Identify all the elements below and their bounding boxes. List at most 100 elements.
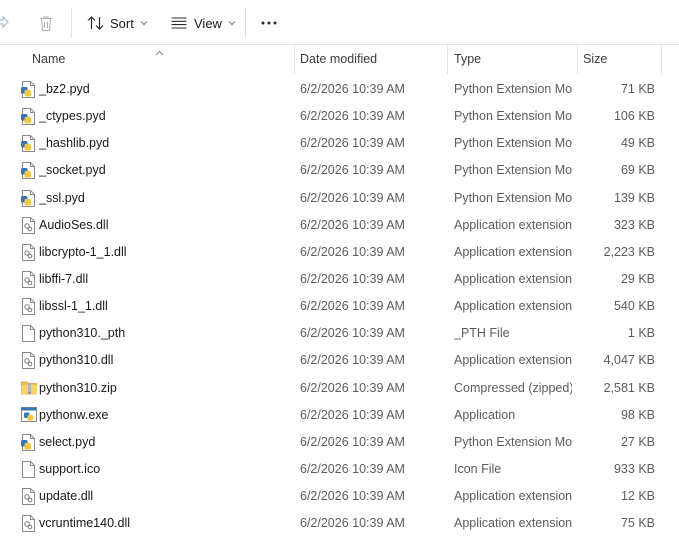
file-type: Application extension (454, 489, 572, 504)
dll-file-icon (21, 515, 37, 533)
chevron-down-icon (140, 20, 148, 26)
column-resize-handle[interactable] (577, 45, 578, 74)
file-name[interactable]: libffi-7.dll (39, 266, 289, 293)
zip-folder-icon (21, 380, 37, 397)
blank-file-icon (21, 325, 37, 343)
file-type: Application extension (454, 271, 572, 286)
file-name[interactable]: libssl-1_1.dll (39, 293, 289, 320)
file-row[interactable]: update.dll 6/2/2026 10:39 AM Application e… (0, 483, 679, 510)
file-name[interactable]: python310.zip (39, 375, 289, 402)
file-row[interactable]: _socket.pyd 6/2/2026 10:39 AM Python Exten… (0, 157, 679, 184)
file-date-modified: 6/2/2026 10:39 AM (300, 163, 405, 178)
file-date-modified: 6/2/2026 10:39 AM (300, 217, 405, 232)
file-date-modified: 6/2/2026 10:39 AM (300, 380, 405, 395)
column-resize-handle[interactable] (661, 45, 662, 74)
file-date-modified: 6/2/2026 10:39 AM (300, 299, 405, 314)
file-row[interactable]: vcruntime140.dll 6/2/2026 10:39 AM Applica… (0, 510, 679, 537)
file-row[interactable]: libffi-7.dll 6/2/2026 10:39 AM Application… (0, 266, 679, 293)
file-type: Application extension (454, 217, 572, 232)
file-row[interactable]: _hashlib.pyd 6/2/2026 10:39 AM Python Exte… (0, 130, 679, 157)
file-date-modified: 6/2/2026 10:39 AM (300, 136, 405, 151)
file-size: 323 KB (613, 217, 655, 232)
file-row[interactable]: select.pyd 6/2/2026 10:39 AM Python Extens… (0, 429, 679, 456)
file-type: Application (454, 407, 516, 422)
file-size: 139 KB (613, 190, 655, 205)
column-header-date-modified[interactable]: Date modified (300, 45, 445, 74)
file-name[interactable]: python310._pth (39, 320, 289, 347)
file-type: Application extension (454, 516, 572, 531)
column-header-name[interactable]: Name (32, 45, 292, 74)
file-name[interactable]: _bz2.pyd (39, 76, 289, 103)
file-row[interactable]: libssl-1_1.dll 6/2/2026 10:39 AM Applicati… (0, 293, 679, 320)
file-name[interactable]: AudioSes.dll (39, 212, 289, 239)
file-size: 12 KB (620, 489, 655, 504)
file-row[interactable]: _ctypes.pyd 6/2/2026 10:39 AM Python Exten… (0, 103, 679, 130)
file-type: Application extension (454, 353, 572, 368)
column-header-type[interactable]: Type (454, 45, 574, 74)
file-type: Python Extension Mo... (454, 434, 572, 449)
file-row[interactable]: pythonw.exe 6/2/2026 10:39 AM Application 9… (0, 402, 679, 429)
view-list-icon (171, 17, 187, 29)
file-name[interactable]: support.ico (39, 456, 289, 483)
file-date-modified: 6/2/2026 10:39 AM (300, 516, 405, 531)
file-row[interactable]: libcrypto-1_1.dll 6/2/2026 10:39 AM Applic… (0, 239, 679, 266)
toolbar-divider (245, 8, 246, 38)
file-date-modified: 6/2/2026 10:39 AM (300, 244, 405, 259)
file-date-modified: 6/2/2026 10:39 AM (300, 407, 405, 422)
file-date-modified: 6/2/2026 10:39 AM (300, 353, 405, 368)
file-name[interactable]: pythonw.exe (39, 402, 289, 429)
file-size: 540 KB (613, 299, 655, 314)
file-date-modified: 6/2/2026 10:39 AM (300, 190, 405, 205)
dll-file-icon (21, 298, 37, 316)
file-name[interactable]: python310.dll (39, 347, 289, 374)
file-name[interactable]: _ctypes.pyd (39, 103, 289, 130)
share-button[interactable] (0, 8, 10, 38)
file-row[interactable]: AudioSes.dll 6/2/2026 10:39 AM Application… (0, 212, 679, 239)
file-list: _bz2.pyd 6/2/2026 10:39 AM Python Extensio… (0, 76, 679, 537)
file-name[interactable]: libcrypto-1_1.dll (39, 239, 289, 266)
file-row[interactable]: _bz2.pyd 6/2/2026 10:39 AM Python Extensio… (0, 76, 679, 103)
file-size: 106 KB (613, 109, 655, 124)
view-button[interactable]: View (171, 8, 236, 38)
file-type: Application extension (454, 299, 572, 314)
file-date-modified: 6/2/2026 10:39 AM (300, 82, 405, 96)
python-exe-icon (21, 406, 37, 424)
file-size: 29 KB (620, 271, 655, 286)
file-row[interactable]: _ssl.pyd 6/2/2026 10:39 AM Python Extensio… (0, 185, 679, 212)
toolbar-divider (71, 8, 72, 38)
python-file-icon (21, 189, 37, 207)
file-name[interactable]: _ssl.pyd (39, 185, 289, 212)
share-icon (0, 15, 10, 31)
sort-label: Sort (110, 15, 134, 31)
column-resize-handle[interactable] (447, 45, 448, 74)
file-name[interactable]: _socket.pyd (39, 157, 289, 184)
file-row[interactable]: python310._pth 6/2/2026 10:39 AM _PTH File… (0, 320, 679, 347)
python-file-icon (21, 135, 37, 153)
delete-button[interactable] (38, 8, 54, 38)
file-name[interactable]: vcruntime140.dll (39, 510, 289, 537)
file-row[interactable]: support.ico 6/2/2026 10:39 AM Icon File 933… (0, 456, 679, 483)
more-options-icon (261, 21, 277, 25)
file-size: 2,581 KB (603, 380, 655, 395)
column-resize-handle[interactable] (294, 45, 295, 74)
column-header-size[interactable]: Size (583, 45, 661, 74)
file-size: 4,047 KB (603, 353, 655, 368)
file-name[interactable]: select.pyd (39, 429, 289, 456)
column-header: Name Date modified Type Size (0, 45, 679, 74)
file-type: Python Extension Mo... (454, 163, 572, 178)
sort-button[interactable]: Sort (87, 8, 148, 38)
dll-file-icon (21, 488, 37, 506)
file-type: Python Extension Mo... (454, 109, 572, 124)
blank-file-icon (21, 460, 37, 478)
python-file-icon (21, 81, 37, 98)
dll-file-icon (21, 270, 37, 288)
file-row[interactable]: python310.zip 6/2/2026 10:39 AM Compressed… (0, 375, 679, 402)
file-type: Python Extension Mo... (454, 190, 572, 205)
file-name[interactable]: update.dll (39, 483, 289, 510)
python-file-icon (21, 162, 37, 180)
file-date-modified: 6/2/2026 10:39 AM (300, 326, 405, 341)
file-row[interactable]: python310.dll 6/2/2026 10:39 AM Applicatio… (0, 347, 679, 374)
dll-file-icon (21, 352, 37, 370)
file-name[interactable]: _hashlib.pyd (39, 130, 289, 157)
more-options-button[interactable] (261, 8, 277, 38)
